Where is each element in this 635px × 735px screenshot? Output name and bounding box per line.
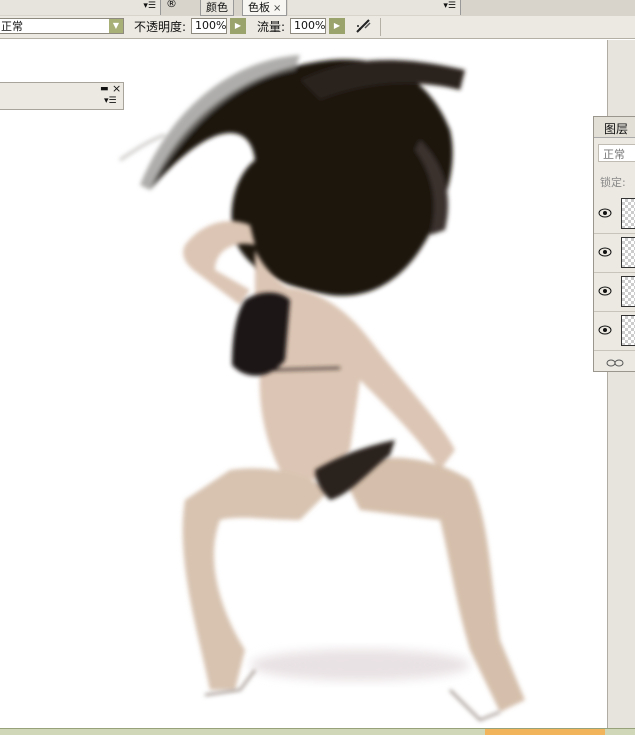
eye-icon[interactable] xyxy=(598,247,612,257)
floating-palette[interactable]: ▬ × ▾☰ xyxy=(0,82,124,110)
layer-thumbnail xyxy=(621,198,635,229)
opacity-slider-button[interactable]: ▶ xyxy=(230,18,246,34)
flow-label: 流量: xyxy=(257,20,286,34)
layers-tab[interactable]: 图层 xyxy=(594,117,635,138)
minimize-icon[interactable]: ▬ xyxy=(100,84,109,94)
tab-swatches-label: 色板 xyxy=(248,1,270,14)
document-canvas[interactable] xyxy=(0,40,607,729)
eye-icon[interactable] xyxy=(598,325,612,335)
eye-icon[interactable] xyxy=(598,208,612,218)
swatches-palette-body: ▾☰ xyxy=(288,0,461,15)
tab-color[interactable]: 颜色 xyxy=(200,0,234,16)
airbrush-icon[interactable] xyxy=(354,17,374,35)
flow-input[interactable]: 100% xyxy=(290,18,326,34)
opacity-label: 不透明度: xyxy=(134,20,187,34)
dropdown-arrow-icon: ▼ xyxy=(109,19,123,33)
opacity-input[interactable]: 100% xyxy=(191,18,227,34)
eye-icon[interactable] xyxy=(598,286,612,296)
blend-mode-select[interactable]: 正常 xyxy=(598,144,635,162)
tool-options-bar: 正常 ▼ 不透明度: 100% ▶ 流量: 100% ▶ xyxy=(0,16,635,39)
blend-mode-value: 正常 xyxy=(603,148,625,161)
tab-swatches[interactable]: 色板 × xyxy=(242,0,288,16)
layers-title: 图层 xyxy=(604,122,629,136)
hidden-tab-indicator: ® xyxy=(166,0,177,10)
taskbar-active-item[interactable] xyxy=(485,729,605,735)
palette-menu-icon[interactable]: ▾☰ xyxy=(104,96,117,106)
flow-slider-button[interactable]: ▶ xyxy=(329,18,345,34)
layer-thumbnail xyxy=(621,276,635,307)
layer-row[interactable] xyxy=(594,195,635,234)
lock-label: 锁定: xyxy=(600,176,626,189)
collapsed-palette: ▾☰ xyxy=(0,0,161,15)
tab-color-label: 颜色 xyxy=(206,1,228,14)
link-icon[interactable] xyxy=(606,357,624,367)
layer-thumbnail xyxy=(621,237,635,268)
separator xyxy=(380,18,381,36)
layer-row[interactable] xyxy=(594,312,635,351)
mode-select[interactable]: 正常 ▼ xyxy=(0,18,124,34)
mode-value: 正常 xyxy=(1,20,23,33)
palette-dock-bar: ▾☰ ® 颜色 色板 × ▾☰ xyxy=(0,0,635,17)
layer-thumbnail xyxy=(621,315,635,346)
layer-row[interactable] xyxy=(594,273,635,312)
palette-menu-icon[interactable]: ▾☰ xyxy=(443,1,456,11)
close-icon[interactable]: × xyxy=(112,82,121,95)
layer-row[interactable] xyxy=(594,234,635,273)
layers-panel: 图层 正常 锁定: xyxy=(593,116,635,372)
palette-menu-icon[interactable]: ▾☰ xyxy=(143,1,156,11)
close-icon[interactable]: × xyxy=(273,3,281,14)
painting-artwork xyxy=(119,55,525,722)
